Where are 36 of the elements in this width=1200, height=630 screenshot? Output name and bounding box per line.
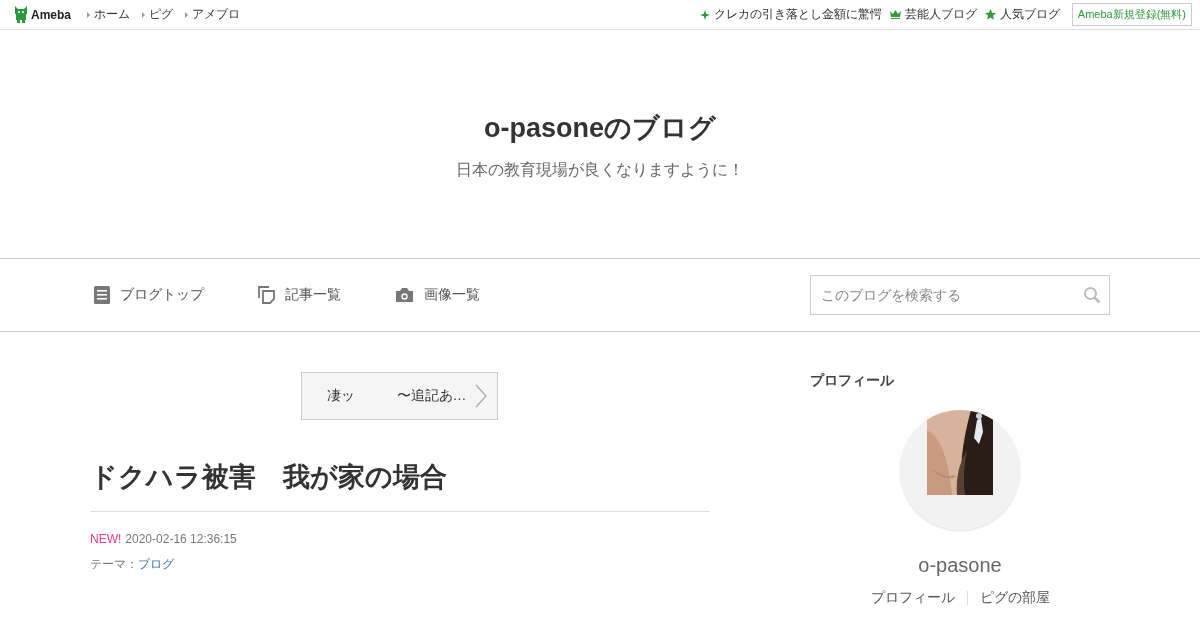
caret-icon <box>87 11 90 18</box>
header-link[interactable]: 人気ブログ <box>999 6 1060 23</box>
header-link[interactable]: 芸能人ブログ <box>904 6 977 23</box>
theme-label: テーマ： <box>90 557 138 571</box>
profile-link[interactable]: ピグの部屋 <box>979 589 1050 607</box>
profile-link[interactable]: プロフィール <box>870 589 955 607</box>
camera-icon <box>395 287 414 303</box>
nav-tab[interactable]: 画像一覧 <box>424 286 480 304</box>
nav-tab[interactable]: ブログトップ <box>120 286 204 304</box>
blog-title[interactable]: o-pasoneのブログ <box>484 110 716 146</box>
sidebar-heading: プロフィール <box>810 372 894 390</box>
search-field[interactable]: このブログを検索する <box>810 275 1110 315</box>
document-icon <box>94 286 110 304</box>
logo-icon[interactable] <box>14 6 28 23</box>
search-icon[interactable] <box>1083 286 1101 304</box>
previous-article-link[interactable]: 凄ッ 〜追記あ… <box>300 372 498 420</box>
nav-link[interactable]: ホーム <box>94 6 130 23</box>
pages-icon <box>258 286 275 304</box>
theme-link[interactable]: ブログ <box>138 557 174 571</box>
nav-link[interactable]: アメブロ <box>192 6 240 23</box>
post-date: 2020-02-16 12:36:15 <box>125 532 237 546</box>
nav-link[interactable]: ピグ <box>149 6 173 23</box>
new-label: NEW! <box>90 532 122 546</box>
profile-name[interactable]: o-pasone <box>918 554 1002 577</box>
article-title[interactable]: ドクハラ被害 我が家の場合 <box>90 459 710 512</box>
crown-icon <box>889 10 901 19</box>
caret-icon <box>142 11 145 18</box>
sparkle-icon <box>699 9 710 20</box>
nav-tab[interactable]: 記事一覧 <box>285 286 341 304</box>
blog-subtitle: 日本の教育現場が良くなりますように！ <box>456 160 744 180</box>
caret-icon <box>185 11 188 18</box>
logo-text[interactable]: Ameba <box>31 7 71 22</box>
register-button[interactable]: Ameba新規登録(無料) <box>1071 3 1192 26</box>
star-icon <box>984 9 996 20</box>
header-link[interactable]: クレカの引き落とし金額に驚愕 <box>713 6 882 23</box>
chevron-right-icon <box>474 384 487 408</box>
